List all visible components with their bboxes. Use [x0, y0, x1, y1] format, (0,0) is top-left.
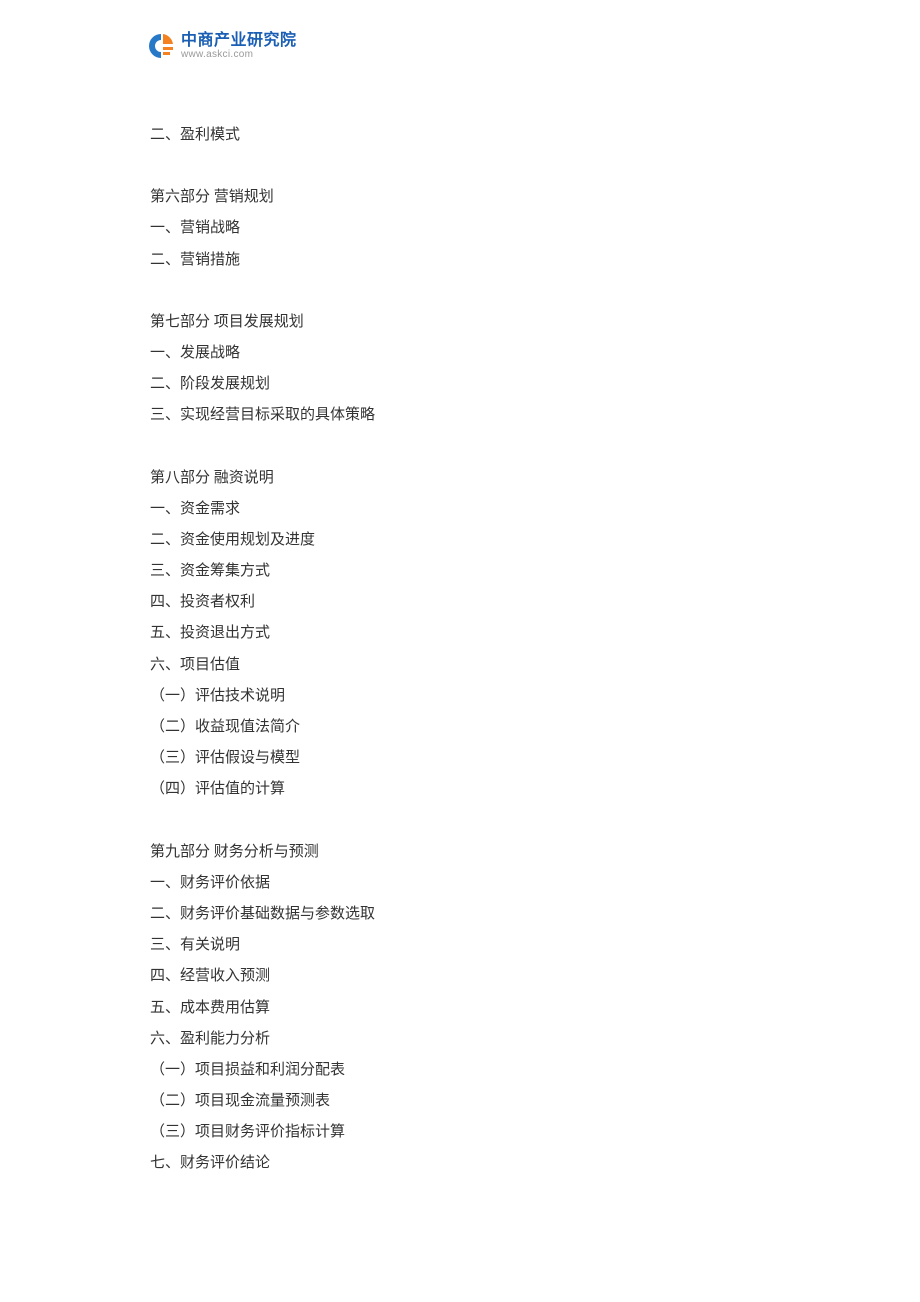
- toc-item: 二、资金使用规划及进度: [150, 525, 770, 556]
- logo-title: 中商产业研究院: [181, 32, 297, 50]
- logo-icon: [145, 30, 177, 62]
- toc-sub-item: （三）项目财务评价指标计算: [150, 1117, 770, 1148]
- toc-item: 二、盈利模式: [150, 120, 770, 151]
- toc-item: 五、成本费用估算: [150, 993, 770, 1024]
- toc-item: 二、阶段发展规划: [150, 369, 770, 400]
- toc-item: 七、财务评价结论: [150, 1148, 770, 1179]
- toc-item: 六、项目估值: [150, 650, 770, 681]
- logo-text: 中商产业研究院 www.askci.com: [181, 32, 297, 61]
- toc-item: 六、盈利能力分析: [150, 1024, 770, 1055]
- toc-item: 三、有关说明: [150, 930, 770, 961]
- toc-item: 三、资金筹集方式: [150, 556, 770, 587]
- toc-item: 二、营销措施: [150, 245, 770, 276]
- toc-sub-item: （三）评估假设与模型: [150, 743, 770, 774]
- toc-item: 五、投资退出方式: [150, 618, 770, 649]
- toc-sub-item: （二）收益现值法简介: [150, 712, 770, 743]
- logo-url: www.askci.com: [181, 49, 297, 60]
- toc-item: 二、财务评价基础数据与参数选取: [150, 899, 770, 930]
- toc-section-heading: 第六部分 营销规划: [150, 182, 770, 213]
- toc-sub-item: （二）项目现金流量预测表: [150, 1086, 770, 1117]
- toc-item: 一、营销战略: [150, 213, 770, 244]
- toc-item: 四、经营收入预测: [150, 961, 770, 992]
- toc-item: 三、实现经营目标采取的具体策略: [150, 400, 770, 431]
- toc-sub-item: （一）项目损益和利润分配表: [150, 1055, 770, 1086]
- toc-section-heading: 第八部分 融资说明: [150, 463, 770, 494]
- toc-item: 四、投资者权利: [150, 587, 770, 618]
- table-of-contents: 二、盈利模式 第六部分 营销规划 一、营销战略 二、营销措施 第七部分 项目发展…: [150, 120, 770, 1180]
- toc-section-heading: 第七部分 项目发展规划: [150, 307, 770, 338]
- toc-sub-item: （四）评估值的计算: [150, 774, 770, 805]
- toc-section-heading: 第九部分 财务分析与预测: [150, 837, 770, 868]
- toc-sub-item: （一）评估技术说明: [150, 681, 770, 712]
- toc-item: 一、资金需求: [150, 494, 770, 525]
- toc-item: 一、财务评价依据: [150, 868, 770, 899]
- header-logo: 中商产业研究院 www.askci.com: [145, 30, 297, 62]
- toc-item: 一、发展战略: [150, 338, 770, 369]
